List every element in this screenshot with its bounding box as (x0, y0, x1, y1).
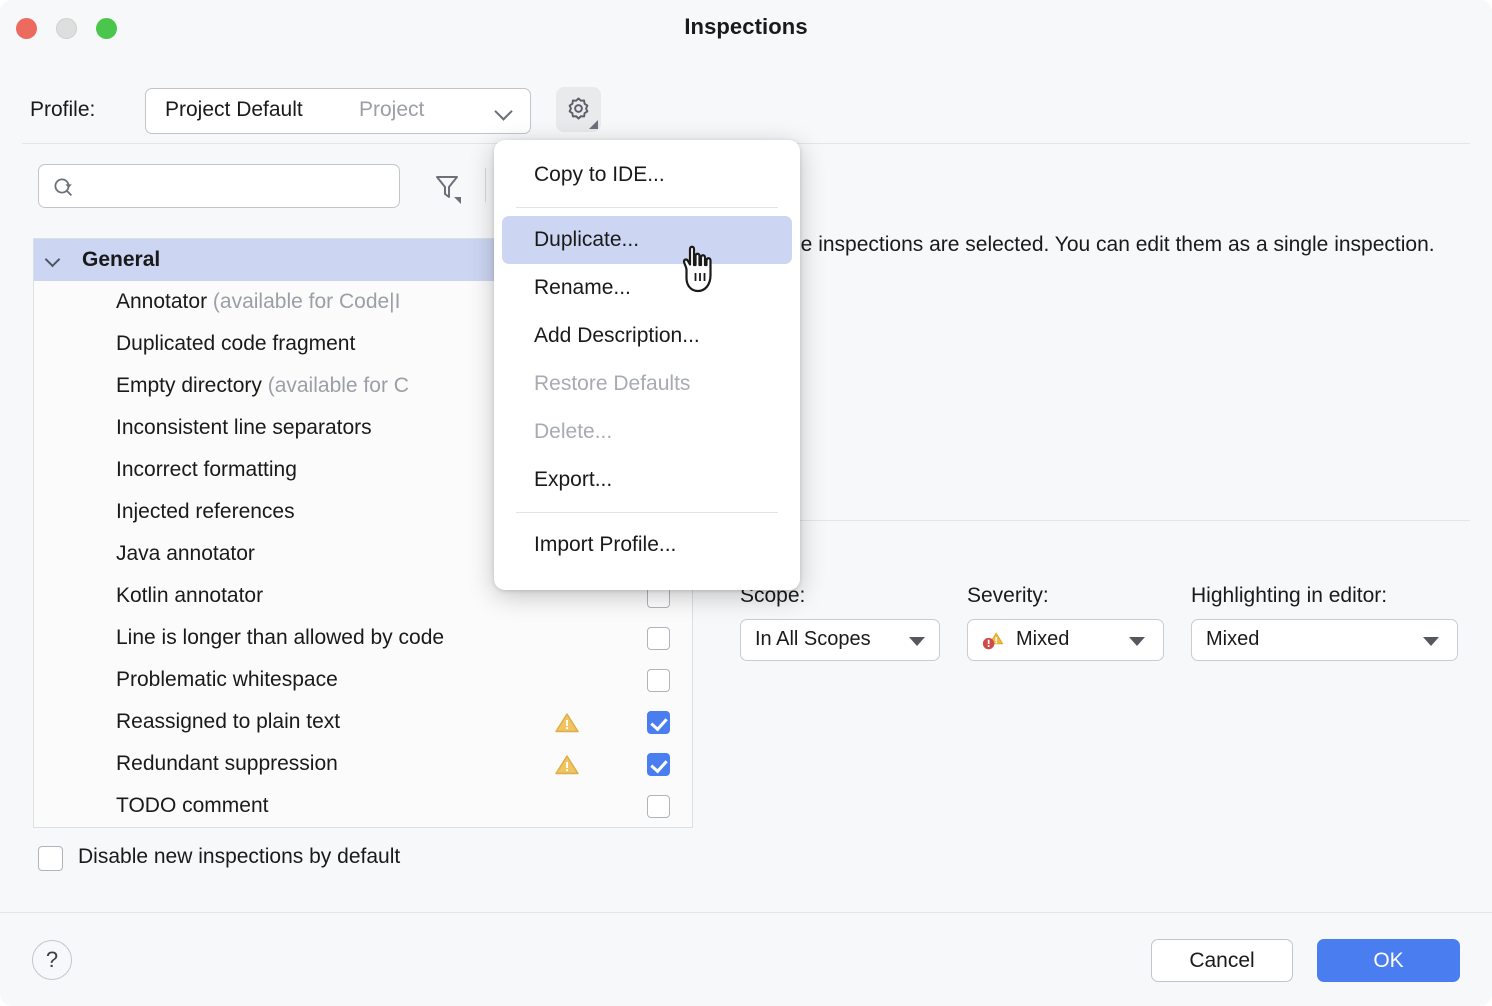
multi-selection-message: Multiple inspections are selected. You c… (740, 228, 1470, 262)
list-item-hint: (available for C (262, 374, 409, 397)
list-item-label: Line is longer than allowed by code (116, 626, 444, 650)
menu-item[interactable]: Import Profile... (494, 521, 800, 569)
window-title: Inspections (0, 14, 1492, 40)
list-item-hint: (available for Code|I (207, 290, 400, 313)
list-item-label: Duplicated code fragment (116, 332, 355, 356)
details-divider (740, 520, 1470, 521)
help-button[interactable]: ? (32, 940, 72, 980)
list-item-label: Empty directory (available for C (116, 374, 409, 398)
menu-item[interactable]: Export... (494, 456, 800, 504)
toolbar-separator (485, 168, 486, 202)
highlighting-value: Mixed (1206, 628, 1259, 651)
scope-combobox[interactable]: In All Scopes (740, 619, 940, 661)
profile-scope: Project (359, 98, 424, 122)
menu-separator (516, 512, 778, 513)
context-menu-items: Copy to IDE... Duplicate...Rename...Add D… (494, 151, 800, 569)
chevron-down-icon (496, 104, 512, 120)
highlighting-combobox[interactable]: Mixed (1191, 619, 1458, 661)
title-bar: Inspections (0, 0, 1492, 56)
menu-separator (516, 207, 778, 208)
chevron-down-icon (1423, 637, 1439, 646)
list-item-checkbox[interactable] (647, 711, 670, 734)
profile-label: Profile: (30, 98, 95, 122)
list-item-label: Kotlin annotator (116, 584, 263, 608)
disable-new-inspections-label[interactable]: Disable new inspections by default (78, 845, 400, 869)
list-item-label: Annotator (available for Code|I (116, 290, 400, 314)
severity-field: Severity: Mixed (967, 584, 1164, 661)
profile-value: Project Default (165, 98, 303, 122)
list-item-checkbox[interactable] (647, 795, 670, 818)
footer-divider (0, 912, 1492, 913)
highlighting-field: Highlighting in editor: Mixed (1191, 584, 1458, 661)
list-item-label: Incorrect formatting (116, 458, 297, 482)
mixed-severity-icon (980, 629, 1006, 653)
menu-item[interactable]: Rename... (494, 264, 800, 312)
list-item[interactable]: Problematic whitespace (34, 659, 692, 701)
list-item-label: Problematic whitespace (116, 668, 338, 692)
hand-pointer-cursor (676, 243, 724, 297)
list-item-label: Inconsistent line separators (116, 416, 372, 440)
profile-context-menu[interactable]: Copy to IDE... Duplicate...Rename...Add D… (494, 140, 800, 590)
list-item-checkbox[interactable] (647, 669, 670, 692)
menu-item[interactable]: Add Description... (494, 312, 800, 360)
search-icon[interactable] (52, 176, 76, 200)
list-item-label: Reassigned to plain text (116, 710, 340, 734)
menu-item: Restore Defaults (494, 360, 800, 408)
list-item-checkbox[interactable] (647, 627, 670, 650)
inspections-dialog: Inspections Profile: Project Default Pro… (0, 0, 1492, 1006)
filter-icon[interactable] (430, 170, 464, 204)
list-item-label: Injected references (116, 500, 295, 524)
warning-icon (554, 711, 580, 735)
group-label: General (82, 248, 160, 272)
chevron-down-icon[interactable] (46, 254, 60, 268)
list-item-checkbox[interactable] (647, 753, 670, 776)
list-item[interactable]: Line is longer than allowed by code (34, 617, 692, 659)
warning-icon (554, 753, 580, 777)
highlighting-label: Highlighting in editor: (1191, 584, 1458, 608)
chevron-down-icon (1129, 637, 1145, 646)
dropdown-triangle-icon (589, 120, 598, 129)
list-item-label: Java annotator (116, 542, 255, 566)
list-item[interactable]: TODO comment (34, 785, 692, 827)
severity-label: Severity: (967, 584, 1164, 608)
gear-icon (565, 96, 592, 123)
list-item[interactable]: Reassigned to plain text (34, 701, 692, 743)
severity-value: Mixed (1016, 628, 1069, 651)
menu-top-padding (494, 140, 800, 151)
profile-row: Profile: Project Default Project (0, 88, 1492, 136)
disable-new-inspections-checkbox[interactable] (38, 846, 63, 871)
profile-combobox[interactable]: Project Default Project (145, 88, 531, 134)
ok-button[interactable]: OK (1317, 939, 1460, 982)
menu-item[interactable]: Copy to IDE... (494, 151, 800, 199)
severity-combobox[interactable]: Mixed (967, 619, 1164, 661)
menu-item[interactable]: Duplicate... (502, 216, 792, 264)
scope-value: In All Scopes (755, 628, 871, 651)
profile-settings-button[interactable] (556, 87, 601, 132)
scope-field: Scope: In All Scopes (740, 584, 940, 661)
list-item-label: TODO comment (116, 794, 268, 818)
cancel-button[interactable]: Cancel (1151, 939, 1293, 982)
menu-item: Delete... (494, 408, 800, 456)
list-item-label: Redundant suppression (116, 752, 338, 776)
search-input[interactable] (38, 164, 400, 208)
chevron-down-icon (909, 637, 925, 646)
list-item[interactable]: Redundant suppression (34, 743, 692, 785)
